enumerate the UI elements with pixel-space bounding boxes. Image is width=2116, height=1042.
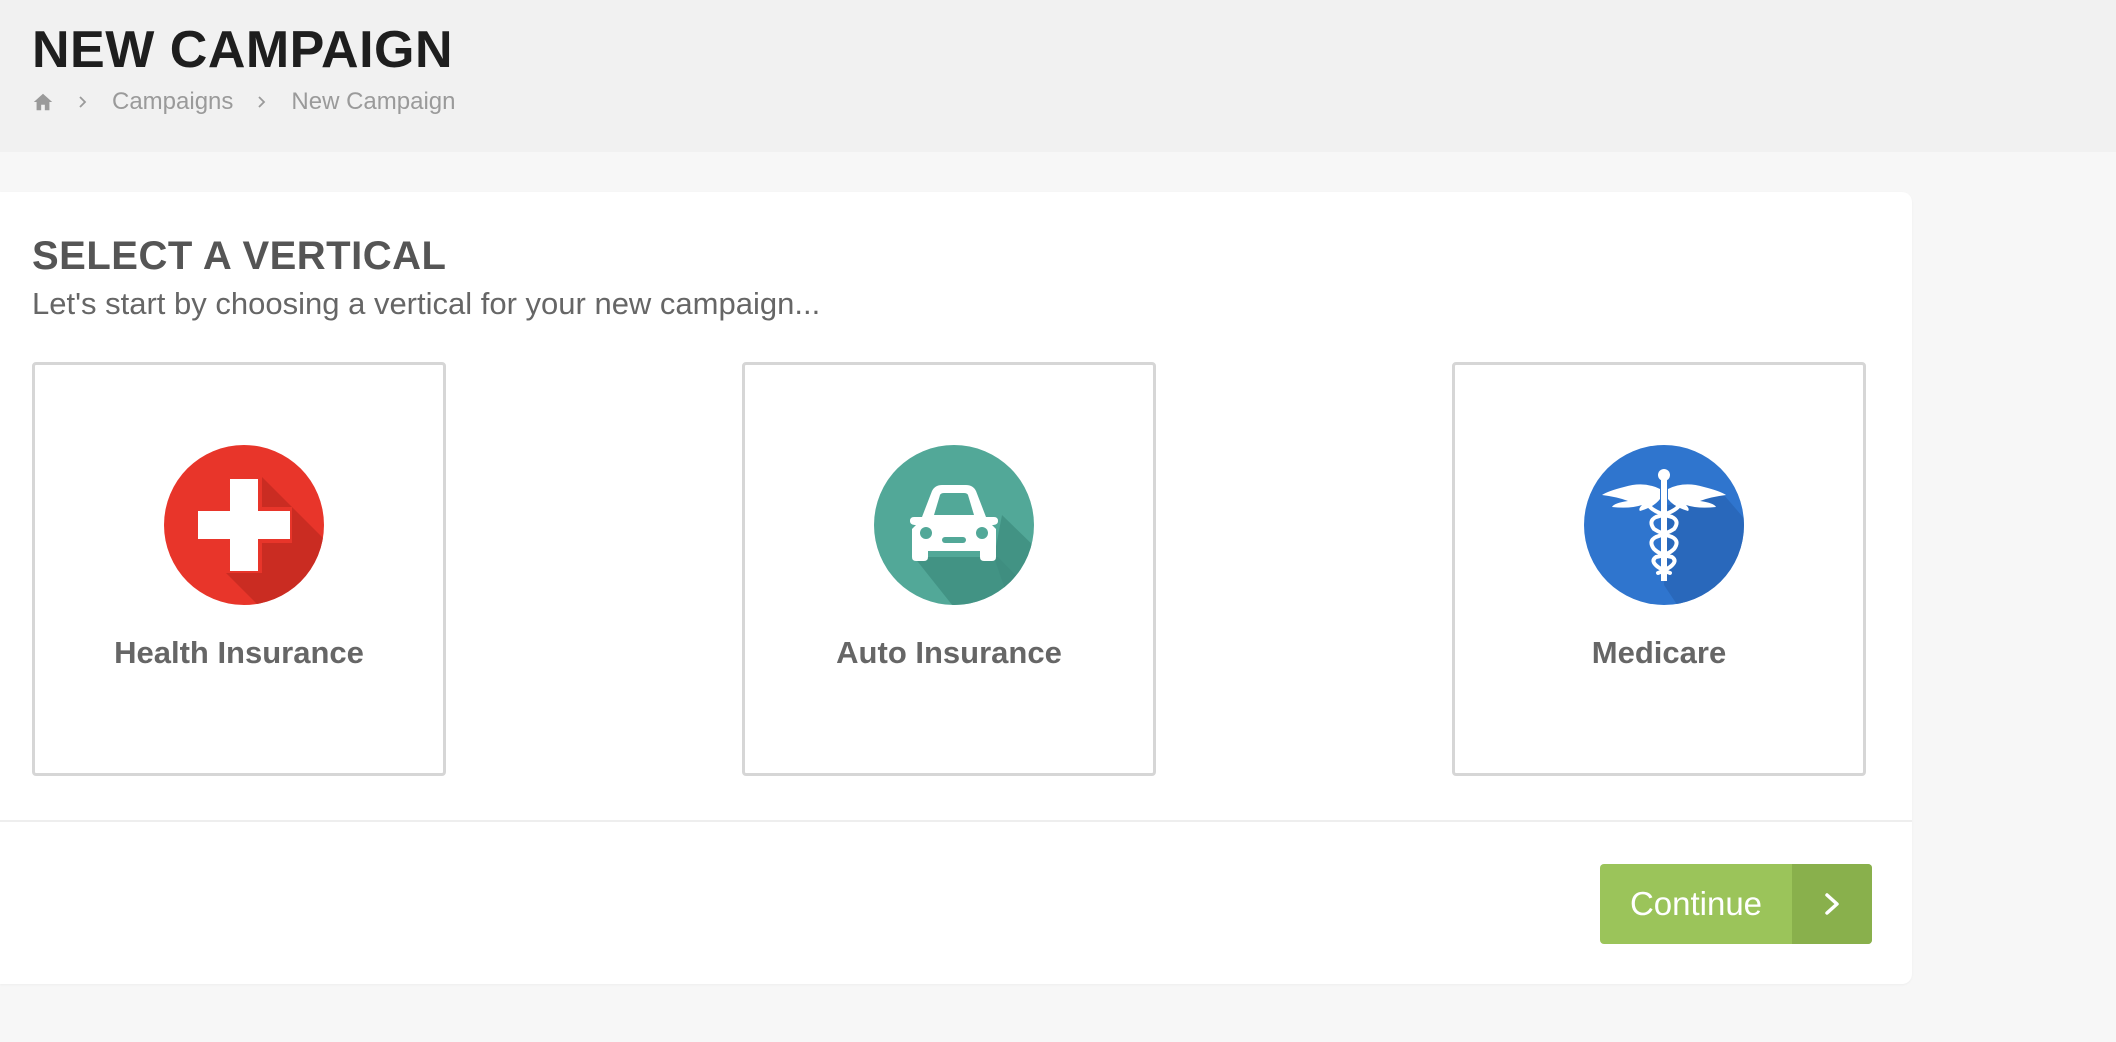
vertical-tile-auto-insurance[interactable]: Auto Insurance xyxy=(742,362,1156,776)
breadcrumb: Campaigns New Campaign xyxy=(32,86,477,118)
vertical-label: Health Insurance xyxy=(114,635,364,670)
breadcrumb-item-campaigns[interactable]: Campaigns xyxy=(112,88,233,116)
vertical-selection-card: SELECT A VERTICAL Let's start by choosin… xyxy=(0,192,1912,984)
vertical-tile-medicare[interactable]: Medicare xyxy=(1452,362,1866,776)
car-icon xyxy=(874,445,1034,605)
chevron-right-icon xyxy=(258,96,266,108)
page-title: NEW CAMPAIGN xyxy=(32,21,454,79)
continue-button-label: Continue xyxy=(1629,885,1763,922)
section-title: SELECT A VERTICAL xyxy=(32,234,447,278)
chevron-right-icon xyxy=(1792,864,1872,944)
divider xyxy=(0,820,1912,822)
section-subtitle: Let's start by choosing a vertical for y… xyxy=(32,286,821,321)
caduceus-icon xyxy=(1584,445,1744,605)
breadcrumb-item-new-campaign: New Campaign xyxy=(291,88,456,115)
chevron-right-icon xyxy=(79,96,87,108)
vertical-label: Medicare xyxy=(1591,635,1727,670)
medical-cross-icon xyxy=(164,445,324,605)
vertical-label: Auto Insurance xyxy=(836,635,1062,670)
vertical-tile-health-insurance[interactable]: Health Insurance xyxy=(32,362,446,776)
page-header: NEW CAMPAIGN Campaigns New Campaign xyxy=(0,0,2116,152)
continue-button[interactable]: Continue xyxy=(1600,864,1872,944)
home-icon[interactable] xyxy=(32,91,54,113)
